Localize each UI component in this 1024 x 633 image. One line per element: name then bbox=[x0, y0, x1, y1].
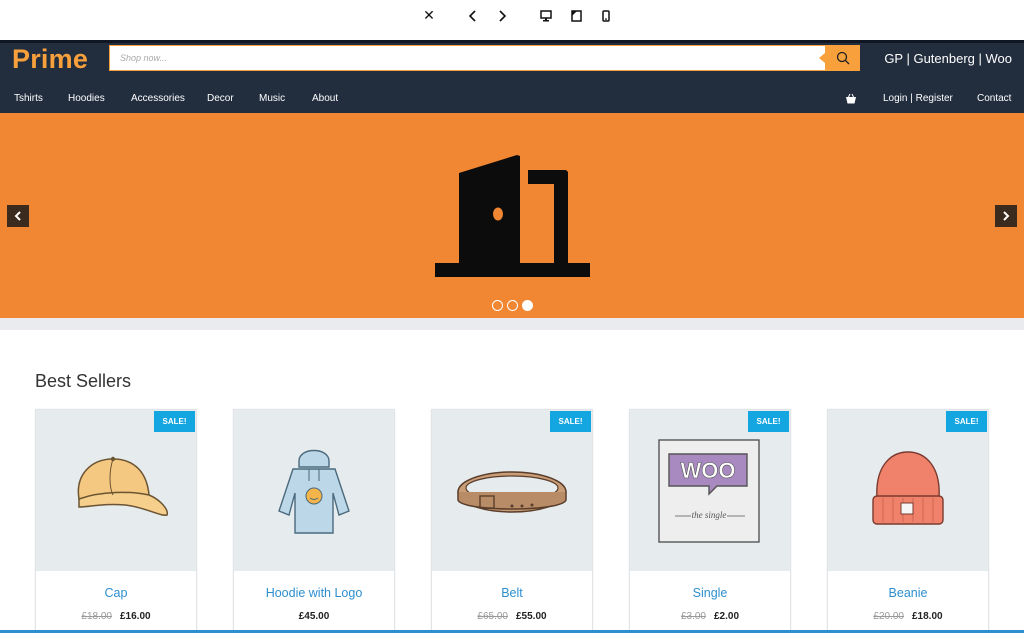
product-image[interactable] bbox=[234, 410, 394, 571]
svg-text:WOO: WOO bbox=[681, 458, 736, 483]
product-image[interactable]: WOO the single bbox=[630, 410, 790, 571]
beanie-image bbox=[872, 450, 944, 525]
search-bar bbox=[109, 45, 860, 71]
product-price: £18.00 £16.00 bbox=[36, 611, 196, 622]
nav-item-contact[interactable]: Contact bbox=[977, 93, 1011, 104]
price: £45.00 bbox=[298, 611, 330, 622]
product-name[interactable]: Single bbox=[630, 586, 790, 600]
woo-single-image: WOO the single bbox=[658, 438, 760, 543]
product-price: £65.00 £55.00 bbox=[432, 611, 592, 622]
best-sellers-title: Best Sellers bbox=[35, 371, 132, 391]
close-icon[interactable]: ✕ bbox=[419, 6, 439, 26]
open-door-icon bbox=[432, 153, 592, 283]
product-name[interactable]: Belt bbox=[432, 586, 592, 600]
sale-badge: SALE! bbox=[748, 411, 789, 432]
original-price: £20.00 bbox=[873, 611, 904, 622]
search-input[interactable] bbox=[109, 45, 825, 71]
slider-next-button[interactable] bbox=[995, 205, 1017, 227]
nav-item-music[interactable]: Music bbox=[259, 93, 285, 104]
sale-price: £55.00 bbox=[516, 611, 547, 622]
chevron-left-icon[interactable] bbox=[463, 6, 483, 26]
product-card[interactable]: SALE! Belt £65.00 £55.00 bbox=[431, 409, 593, 633]
product-image[interactable] bbox=[36, 410, 196, 571]
nav-item-decor[interactable]: Decor bbox=[207, 93, 234, 104]
slider-dots bbox=[492, 300, 533, 311]
chevron-right-icon bbox=[1003, 211, 1010, 221]
product-image[interactable] bbox=[432, 410, 592, 571]
product-price: £20.00 £18.00 bbox=[828, 611, 988, 622]
chevron-right-icon[interactable] bbox=[492, 6, 512, 26]
original-price: £18.00 bbox=[81, 611, 112, 622]
nav-item-tshirts[interactable]: Tshirts bbox=[14, 93, 43, 104]
search-button[interactable] bbox=[819, 45, 860, 71]
sale-badge: SALE! bbox=[154, 411, 195, 432]
product-name[interactable]: Beanie bbox=[828, 586, 988, 600]
tablet-icon[interactable] bbox=[566, 6, 586, 26]
belt-image bbox=[457, 470, 567, 513]
search-icon bbox=[836, 51, 849, 65]
sale-price: £16.00 bbox=[120, 611, 151, 622]
product-name[interactable]: Hoodie with Logo bbox=[234, 586, 394, 600]
product-card[interactable]: SALE! Cap £18.00 £16.00 bbox=[35, 409, 197, 633]
original-price: £65.00 bbox=[477, 611, 508, 622]
sale-badge: SALE! bbox=[946, 411, 987, 432]
product-image[interactable] bbox=[828, 410, 988, 571]
slider-prev-button[interactable] bbox=[7, 205, 29, 227]
product-card[interactable]: WOO the single SALE! Single £3.00 £2.00 bbox=[629, 409, 791, 633]
sale-price: £2.00 bbox=[714, 611, 740, 622]
nav-item-accessories[interactable]: Accessories bbox=[131, 93, 185, 104]
original-price: £3.00 bbox=[680, 611, 706, 622]
cart-icon[interactable] bbox=[845, 92, 857, 110]
main-nav: Tshirts Hoodies Accessories Decor Music … bbox=[0, 89, 1024, 111]
product-price: £3.00 £2.00 bbox=[630, 611, 790, 622]
product-card[interactable]: SALE! Beanie £20.00 £18.00 bbox=[827, 409, 989, 633]
product-name[interactable]: Cap bbox=[36, 586, 196, 600]
cap-image bbox=[77, 456, 168, 516]
svg-text:the single: the single bbox=[692, 510, 727, 520]
sale-badge: SALE! bbox=[550, 411, 591, 432]
desktop-icon[interactable] bbox=[536, 6, 556, 26]
product-price: £45.00 bbox=[234, 611, 394, 622]
site-logo[interactable]: Prime bbox=[12, 44, 88, 75]
chevron-left-icon bbox=[14, 211, 21, 221]
hero-slider bbox=[0, 113, 1024, 318]
sale-price: £18.00 bbox=[912, 611, 943, 622]
preview-toolbar: ✕ bbox=[0, 0, 1024, 40]
site-header: Prime GP | Gutenberg | Woo Tshirts Hoodi… bbox=[0, 40, 1024, 113]
section-divider bbox=[0, 318, 1024, 330]
slider-dot[interactable] bbox=[492, 300, 503, 311]
product-card[interactable]: Hoodie with Logo £45.00 bbox=[233, 409, 395, 633]
nav-item-hoodies[interactable]: Hoodies bbox=[68, 93, 105, 104]
product-grid: SALE! Cap £18.00 £16.00 Hoodie with Logo … bbox=[35, 409, 995, 633]
slider-dot[interactable] bbox=[507, 300, 518, 311]
slider-dot-active[interactable] bbox=[522, 300, 533, 311]
hoodie-image bbox=[278, 449, 350, 534]
header-tagline[interactable]: GP | Gutenberg | Woo bbox=[884, 51, 1012, 66]
login-register-link[interactable]: Login | Register bbox=[883, 93, 953, 104]
nav-item-about[interactable]: About bbox=[312, 93, 338, 104]
mobile-icon[interactable] bbox=[596, 6, 616, 26]
